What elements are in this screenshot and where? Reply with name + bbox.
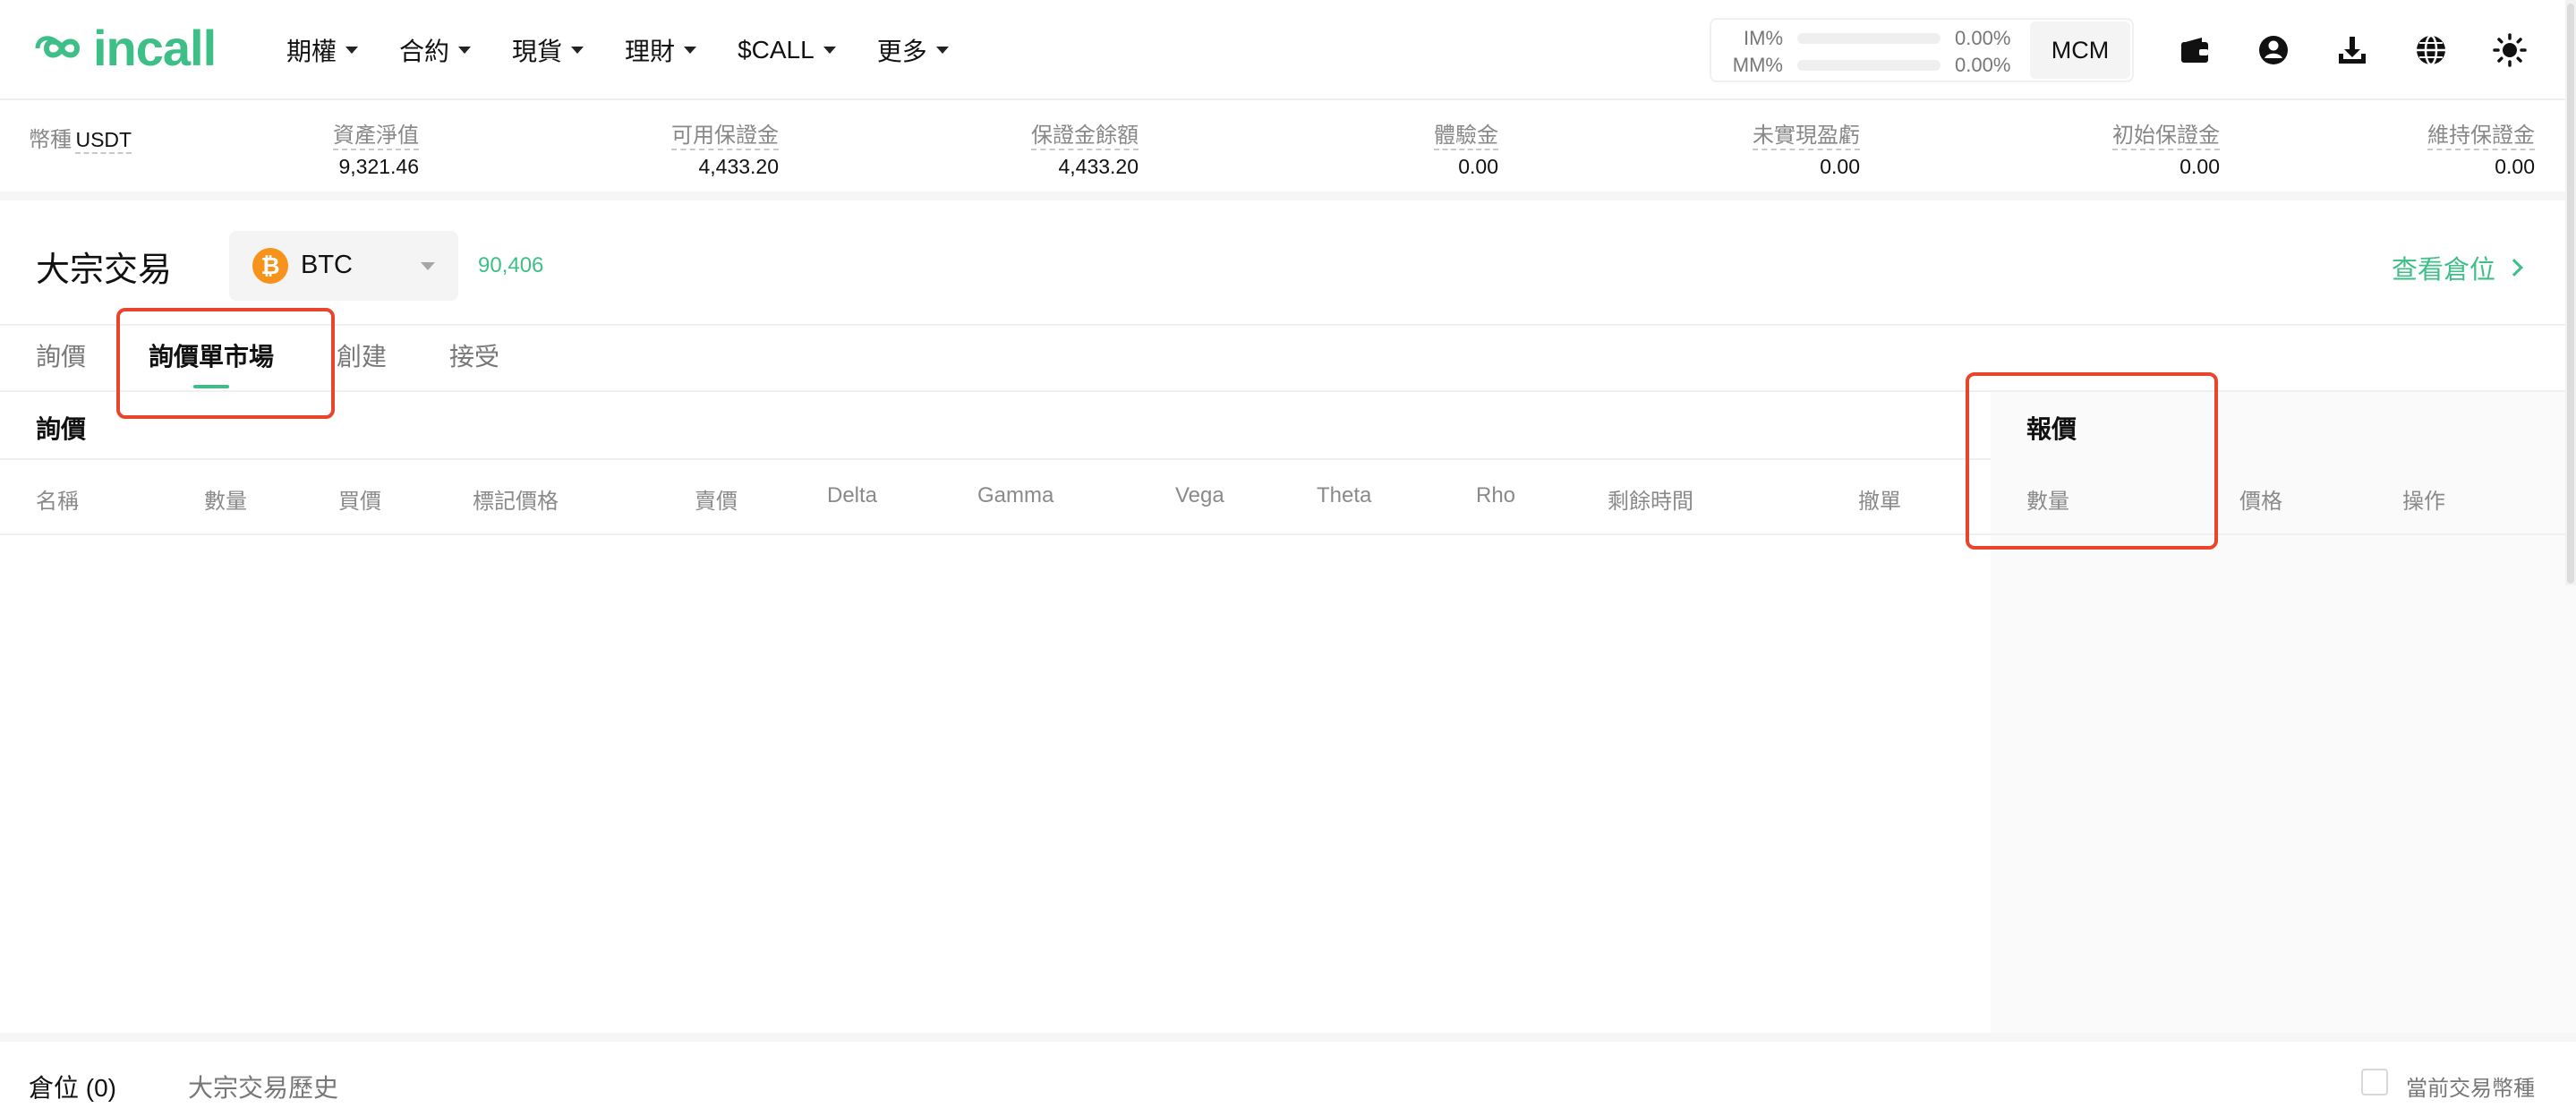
nav-contracts[interactable]: 合約 [399, 32, 472, 68]
stat-maintenance-margin: 維持保證金 0.00 [2427, 124, 2535, 179]
stat-unrealized-pnl-label[interactable]: 未實現盈虧 [1753, 124, 1860, 150]
tab-create[interactable]: 創建 [337, 324, 387, 390]
view-positions-label: 查看倉位 [2391, 256, 2495, 285]
mm-ratio-label: MM% [1732, 54, 1783, 76]
stat-margin-balance: 保證金餘額 4,433.20 [1031, 124, 1139, 179]
page-scrollbar-thumb[interactable] [2567, 4, 2574, 584]
stat-initial-margin: 初始保證金 0.00 [2112, 124, 2220, 179]
column-header-mark-price: 標記價格 [473, 490, 559, 514]
stat-net-asset: 資產淨值 9,321.46 [333, 124, 419, 179]
globe-icon[interactable] [2413, 32, 2449, 68]
coin-selector[interactable]: ₿ BTC [229, 231, 458, 301]
positions-bar: 倉位 (0) 大宗交易歷史 當前交易幣種 [0, 1033, 2576, 1108]
caret-down-icon [458, 47, 472, 54]
nav-call-token[interactable]: $CALL [738, 36, 836, 64]
coin-selector-value: BTC [301, 251, 353, 279]
stat-available-margin-value: 4,433.20 [698, 155, 779, 178]
im-ratio-row: IM% 0.00% [1726, 27, 2017, 50]
tab-positions[interactable]: 倉位 (0) [29, 1069, 116, 1104]
stat-margin-balance-label[interactable]: 保證金餘額 [1031, 124, 1139, 150]
column-header-delta: Delta [827, 483, 878, 507]
stat-currency-value[interactable]: USDT [75, 127, 132, 154]
mm-ratio-bar [1797, 60, 1941, 71]
quote-column-header-action: 操作 [2402, 490, 2445, 514]
stat-maintenance-margin-label[interactable]: 維持保證金 [2427, 124, 2535, 150]
mm-ratio-row: MM% 0.00% [1726, 54, 2017, 77]
current-coin-filter-label[interactable]: 當前交易幣種 [2406, 1070, 2535, 1102]
stat-maintenance-margin-value: 0.00 [2495, 155, 2535, 178]
caret-down-icon [345, 47, 359, 54]
margin-mode-button[interactable]: MCM [2030, 21, 2130, 79]
nav-call-token-label: $CALL [738, 36, 815, 64]
column-header-ask: 賣價 [695, 490, 738, 514]
brand-logo[interactable]: incall [34, 20, 217, 76]
account-icon[interactable] [2256, 32, 2291, 68]
stat-available-margin: 可用保證金 4,433.20 [671, 124, 779, 179]
stat-currency-label: 幣種 [29, 128, 72, 152]
caret-down-icon [684, 47, 697, 54]
column-header-rho: Rho [1476, 483, 1516, 507]
im-ratio-value: 0.00% [1955, 27, 2011, 49]
nav-options[interactable]: 期權 [286, 32, 359, 68]
stat-initial-margin-label[interactable]: 初始保證金 [2112, 124, 2220, 150]
infinity-logo-icon [35, 36, 81, 58]
inquiry-section-title: 詢價 [36, 415, 87, 443]
stat-trial-fund: 體驗金 0.00 [1434, 124, 1498, 179]
tab-accept[interactable]: 接受 [449, 324, 499, 390]
stat-unrealized-pnl-value: 0.00 [1820, 155, 1860, 178]
caret-down-icon [421, 262, 435, 270]
view-positions-link[interactable]: 查看倉位 [2391, 249, 2523, 286]
stat-trial-fund-value: 0.00 [1458, 155, 1498, 178]
nav-more[interactable]: 更多 [877, 32, 949, 68]
stat-net-asset-value: 9,321.46 [338, 155, 419, 178]
column-header-gamma: Gamma [977, 483, 1054, 507]
mm-ratio-value: 0.00% [1955, 54, 2011, 76]
column-header-theta: Theta [1317, 483, 1372, 507]
account-summary: 幣種 USDT 資產淨值 9,321.46 可用保證金 4,433.20 保證金… [0, 100, 2576, 200]
divider [0, 458, 1991, 460]
stat-unrealized-pnl: 未實現盈虧 0.00 [1753, 124, 1860, 179]
stat-available-margin-label[interactable]: 可用保證金 [671, 124, 779, 150]
tab-block-trade-history[interactable]: 大宗交易歷史 [188, 1069, 338, 1104]
nav-earn[interactable]: 理財 [625, 32, 697, 68]
chevron-right-icon [2505, 259, 2523, 277]
nav-options-label: 期權 [286, 38, 337, 65]
wallet-icon[interactable] [2177, 32, 2213, 68]
stat-trial-fund-label[interactable]: 體驗金 [1434, 124, 1498, 150]
nav-contracts-label: 合約 [399, 38, 450, 65]
download-icon[interactable] [2334, 32, 2370, 68]
top-navigation-bar: incall 期權 合約 現貨 理財 $CALL 更多 IM% 0.00% MM… [0, 0, 2576, 100]
im-ratio-bar [1797, 33, 1941, 44]
index-price: 90,406 [478, 253, 544, 277]
highlight-box-tab [116, 308, 335, 419]
caret-down-icon [935, 47, 949, 54]
stat-initial-margin-value: 0.00 [2179, 155, 2220, 178]
stat-margin-balance-value: 4,433.20 [1058, 155, 1139, 178]
theme-sun-icon[interactable] [2492, 32, 2528, 68]
nav-spot[interactable]: 現貨 [512, 32, 584, 68]
current-coin-filter-checkbox[interactable] [2361, 1069, 2388, 1095]
nav-more-label: 更多 [876, 38, 927, 65]
quote-column-header-price: 價格 [2239, 490, 2282, 514]
page-title: 大宗交易 [36, 251, 173, 289]
highlight-box-quote [1966, 372, 2218, 550]
column-header-bid: 買價 [338, 490, 381, 514]
brand-name: incall [93, 20, 217, 76]
nav-earn-label: 理財 [625, 38, 676, 65]
bitcoin-icon: ₿ [252, 248, 288, 284]
tab-inquiry[interactable]: 詢價 [36, 324, 86, 390]
main-menu: 期權 合約 現貨 理財 $CALL 更多 [286, 27, 990, 73]
stat-net-asset-label[interactable]: 資產淨值 [333, 124, 419, 150]
column-header-vega: Vega [1175, 483, 1224, 507]
stat-currency: 幣種 USDT [29, 124, 132, 154]
column-header-time-remaining: 剩餘時間 [1608, 490, 1693, 514]
column-header-name: 名稱 [36, 490, 79, 514]
caret-down-icon [823, 47, 836, 54]
column-header-quantity: 數量 [204, 490, 247, 514]
caret-down-icon [571, 47, 584, 54]
column-header-cancel: 撤單 [1858, 490, 1901, 514]
nav-spot-label: 現貨 [512, 38, 563, 65]
im-ratio-label: IM% [1744, 27, 1783, 49]
